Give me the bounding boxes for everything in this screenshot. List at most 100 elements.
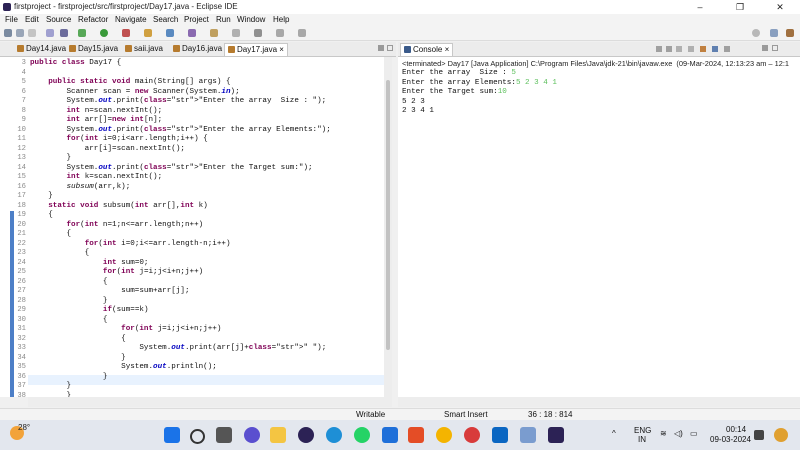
editor-scroll-thumb[interactable] <box>386 80 390 350</box>
copilot-icon[interactable] <box>774 428 788 442</box>
search-icon[interactable] <box>232 29 240 37</box>
tab-console[interactable]: Console × <box>400 43 454 56</box>
language-indicator[interactable]: ENG <box>634 426 651 435</box>
new-package-icon[interactable] <box>166 29 174 37</box>
store-icon[interactable] <box>382 427 398 443</box>
coverage-icon[interactable] <box>122 29 130 37</box>
menu-refactor[interactable]: Refactor <box>78 15 108 24</box>
tab-day17[interactable]: Day17.java × <box>224 43 288 56</box>
tab-label: Day14.java <box>26 44 67 53</box>
menu-bar: File Edit Source Refactor Navigate Searc… <box>0 14 800 26</box>
open-console-icon[interactable] <box>724 46 730 52</box>
console-output-text: Enter the Target sum: <box>402 88 498 96</box>
menu-file[interactable]: File <box>5 15 18 24</box>
code-line: System.out.println(); <box>30 363 217 371</box>
notification-icon[interactable] <box>754 430 764 440</box>
volume-icon[interactable]: ◁) <box>674 429 683 438</box>
terminate-icon[interactable] <box>656 46 662 52</box>
remove-launch-icon[interactable] <box>666 46 672 52</box>
show-hidden-icons[interactable]: ^ <box>612 429 616 438</box>
menu-window[interactable]: Window <box>237 15 265 24</box>
next-annotation-icon[interactable] <box>254 29 262 37</box>
console-line: 2 3 4 1 <box>402 107 434 117</box>
search-taskbar-icon[interactable] <box>190 429 205 444</box>
chrome-profile-icon[interactable] <box>464 427 480 443</box>
new-class-icon[interactable] <box>188 29 196 37</box>
menu-search[interactable]: Search <box>153 15 178 24</box>
clear-console-icon[interactable] <box>676 46 682 52</box>
eclipse-taskbar-icon[interactable] <box>298 427 314 443</box>
search-toolbar-icon[interactable] <box>752 29 760 37</box>
whatsapp-icon[interactable] <box>354 427 370 443</box>
app-icon[interactable] <box>408 427 424 443</box>
code-line: subsum(arr,k); <box>66 182 131 191</box>
linkedin-icon[interactable] <box>492 427 508 443</box>
save-all-icon[interactable] <box>28 29 36 37</box>
terminal-icon[interactable] <box>60 29 68 37</box>
new-java-project-icon[interactable] <box>144 29 152 37</box>
clock-time[interactable]: 00:14 <box>726 425 746 434</box>
minimize-button[interactable]: – <box>680 0 720 14</box>
eclipse-running-icon[interactable] <box>548 427 564 443</box>
console-output[interactable]: <terminated> Day17 [Java Application] C:… <box>398 57 800 397</box>
code-line: for(int i=0;i<arr.length;i++) { <box>66 135 208 143</box>
scroll-lock-icon[interactable] <box>688 46 694 52</box>
tab-saii[interactable]: saii.java <box>122 43 166 55</box>
tab-day14[interactable]: Day14.java <box>14 43 69 55</box>
teams-chat-icon[interactable] <box>244 427 260 443</box>
menu-help[interactable]: Help <box>273 15 289 24</box>
minimize-view-icon[interactable] <box>378 45 384 51</box>
close-button[interactable]: ✕ <box>760 0 800 14</box>
close-tab-icon[interactable]: × <box>445 45 450 54</box>
open-type-icon[interactable] <box>210 29 218 37</box>
task-view-icon[interactable] <box>216 427 232 443</box>
menu-run[interactable]: Run <box>216 15 231 24</box>
edge-icon[interactable] <box>326 427 342 443</box>
maximize-view-icon[interactable] <box>772 45 778 51</box>
console-line: Enter the Target sum:10 <box>402 88 507 98</box>
eclipse-app-icon <box>3 3 11 11</box>
minimize-view-icon[interactable] <box>762 45 768 51</box>
perspective-icon[interactable] <box>770 29 778 37</box>
editor-tab-bar: Day14.java Day15.java saii.java Day16.ja… <box>0 42 396 57</box>
chrome-icon[interactable] <box>436 427 452 443</box>
pin-console-icon[interactable] <box>700 46 706 52</box>
code-line: arr[i]=scan.nextInt(); <box>30 144 185 153</box>
close-tab-icon[interactable]: × <box>279 45 284 54</box>
code-line: public class Day17 { <box>30 59 122 67</box>
menu-source[interactable]: Source <box>46 15 71 24</box>
run-icon[interactable] <box>100 29 108 37</box>
toggle-icon[interactable] <box>46 29 54 37</box>
wifi-icon[interactable]: ≋ <box>660 429 667 438</box>
menu-edit[interactable]: Edit <box>25 15 39 24</box>
debug-icon[interactable] <box>78 29 86 37</box>
tab-label: Day17.java <box>237 45 278 54</box>
code-line: } <box>30 154 72 162</box>
maximize-view-icon[interactable] <box>387 45 393 51</box>
start-icon[interactable] <box>164 427 180 443</box>
file-explorer-icon[interactable] <box>270 427 286 443</box>
menu-project[interactable]: Project <box>184 15 209 24</box>
clock-date[interactable]: 09-03-2024 <box>710 435 751 444</box>
menu-navigate[interactable]: Navigate <box>115 15 147 24</box>
java-file-icon <box>69 45 76 52</box>
code-editor[interactable]: 3 4 5 6 7 8 9 10 11 12 13 14 15 16 17 18 19 20 21 22 23 24 25 2… <box>0 57 392 397</box>
tab-day15[interactable]: Day15.java <box>66 43 121 55</box>
status-cursor-position: 36 : 18 : 814 <box>528 410 573 419</box>
forward-icon[interactable] <box>298 29 306 37</box>
maximize-button[interactable]: ❐ <box>720 0 760 14</box>
battery-icon[interactable]: ▭ <box>690 429 698 438</box>
console-horizontal-scrollbar[interactable] <box>398 397 800 407</box>
java-perspective-icon[interactable] <box>786 29 794 37</box>
tab-day16[interactable]: Day16.java <box>170 43 225 55</box>
editor-horizontal-scrollbar[interactable] <box>28 397 392 407</box>
display-console-icon[interactable] <box>712 46 718 52</box>
code-line: } <box>30 382 72 390</box>
code-lines: public class Day17 { public static void … <box>0 57 384 397</box>
new-icon[interactable] <box>4 29 12 37</box>
photos-icon[interactable] <box>520 427 536 443</box>
code-line: System.out.print(class="str">"Enter the … <box>30 97 327 105</box>
code-line: { <box>30 211 53 219</box>
save-icon[interactable] <box>16 29 24 37</box>
back-icon[interactable] <box>276 29 284 37</box>
